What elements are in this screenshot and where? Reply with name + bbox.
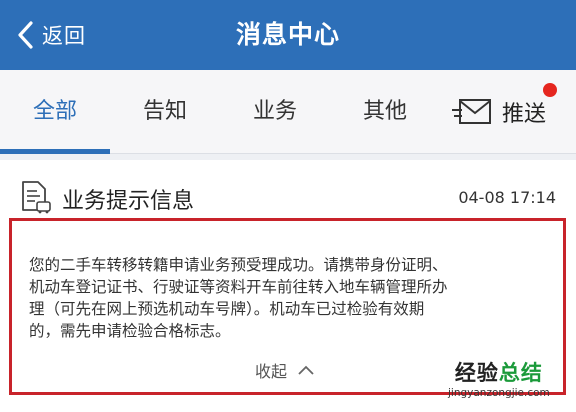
watermark: 经验总结 jingyanzongjie.com bbox=[448, 360, 550, 400]
push-button[interactable]: 推送 bbox=[452, 70, 546, 154]
collapse-button[interactable]: 收起 bbox=[255, 358, 315, 382]
message-line: 理（可先在网上预选机动车号牌）。机动车已过检验有效期 bbox=[29, 300, 425, 318]
unread-badge bbox=[543, 83, 557, 97]
chevron-up-icon bbox=[298, 365, 314, 375]
collapse-label: 收起 bbox=[255, 362, 288, 381]
watermark-url: jingyanzongjie.com bbox=[448, 387, 550, 399]
page-title: 消息中心 bbox=[235, 20, 340, 49]
message-line: 您的二手车转移转籍申请业务预受理成功。请携带身份证明、 bbox=[29, 256, 448, 274]
active-tab-indicator bbox=[0, 149, 110, 154]
document-icon bbox=[22, 181, 51, 214]
app-header: 返回 消息中心 bbox=[0, 0, 576, 70]
mail-icon bbox=[452, 99, 491, 124]
message-title: 业务提示信息 bbox=[62, 189, 195, 214]
message-timestamp: 04-08 17:14 bbox=[458, 188, 556, 207]
tab-business[interactable]: 业务 bbox=[220, 70, 330, 154]
push-label: 推送 bbox=[502, 102, 547, 127]
watermark-title: 经验总结 bbox=[454, 361, 543, 385]
message-body: 您的二手车转移转籍申请业务预受理成功。请携带身份证明、 机动车登记证书、行驶证等… bbox=[29, 254, 554, 342]
message-line: 机动车登记证书、行驶证等资料开车前往转入地车辆管理所办 bbox=[29, 278, 448, 296]
message-line: 的，需先申请检验合格标志。 bbox=[29, 322, 231, 340]
tab-all[interactable]: 全部 bbox=[0, 70, 110, 154]
tab-other[interactable]: 其他 bbox=[330, 70, 440, 154]
tab-notice[interactable]: 告知 bbox=[110, 70, 220, 154]
